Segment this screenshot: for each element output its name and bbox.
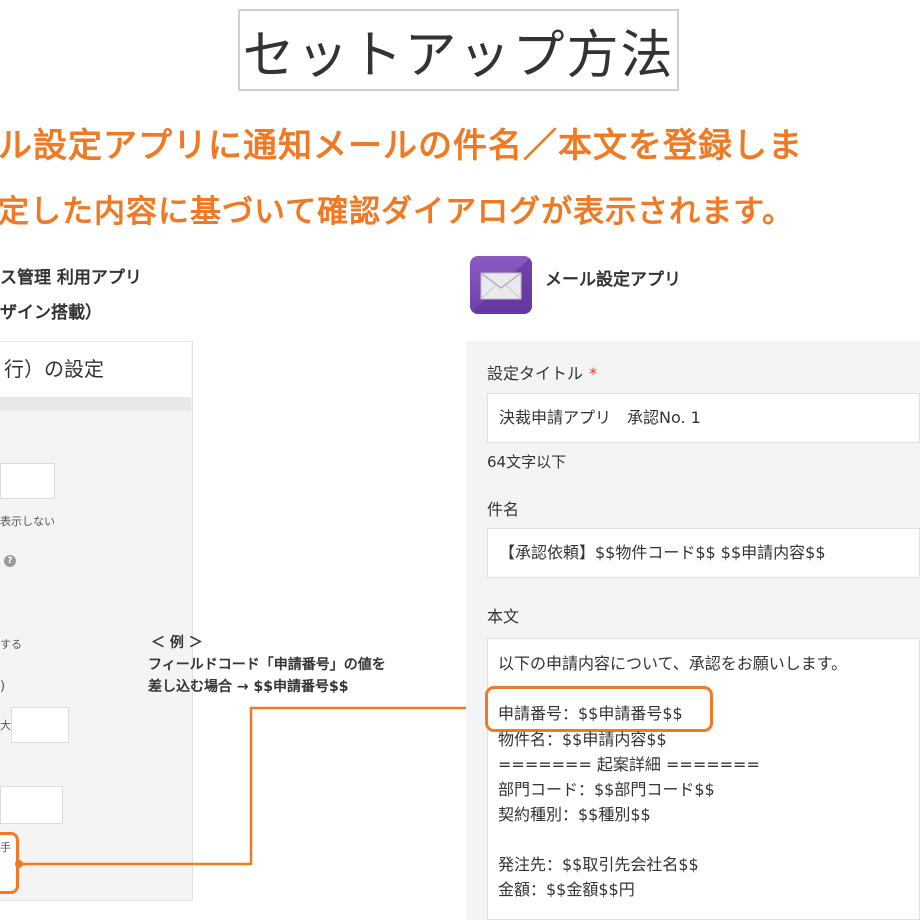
body-line: ======= 起案詳細 ======= — [498, 755, 760, 774]
title-input[interactable]: 決裁申請アプリ 承認No. 1 — [487, 393, 920, 443]
body-line: 申請番号：$$申請番号$$ — [498, 704, 683, 723]
subject-input[interactable]: 【承認依頼】$$物件コード$$ $$申請内容$$ — [487, 528, 920, 578]
body-line: 部門コード：$$部門コード$$ — [498, 780, 715, 799]
title-label-text: 設定タイトル — [487, 364, 584, 383]
body-line: 金額：$$金額$$円 — [498, 880, 635, 899]
body-line: 発注先：$$取引先会社名$$ — [498, 855, 699, 874]
title-field-label: 設定タイトル * — [487, 360, 597, 384]
title-hint: 64文字以下 — [487, 453, 567, 471]
annotation-text: フィールドコード「申請番号」の値を — [148, 657, 386, 673]
annotation-text: 差し込む場合 → $$申請番号$$ — [148, 679, 349, 695]
body-line: 契約種別：$$種別$$ — [498, 805, 651, 824]
body-line: 物件名：$$申請内容$$ — [498, 730, 667, 749]
body-line: 以下の申請内容について、承認をお願いします。 — [498, 654, 848, 673]
required-mark: * — [589, 364, 598, 383]
body-field-label: 本文 — [487, 607, 520, 626]
mail-app-name: メール設定アプリ — [545, 270, 681, 290]
annotation-example-heading: ＜ 例 ＞ — [151, 635, 203, 651]
subject-field-label: 件名 — [487, 500, 520, 519]
mail-icon — [470, 256, 532, 314]
